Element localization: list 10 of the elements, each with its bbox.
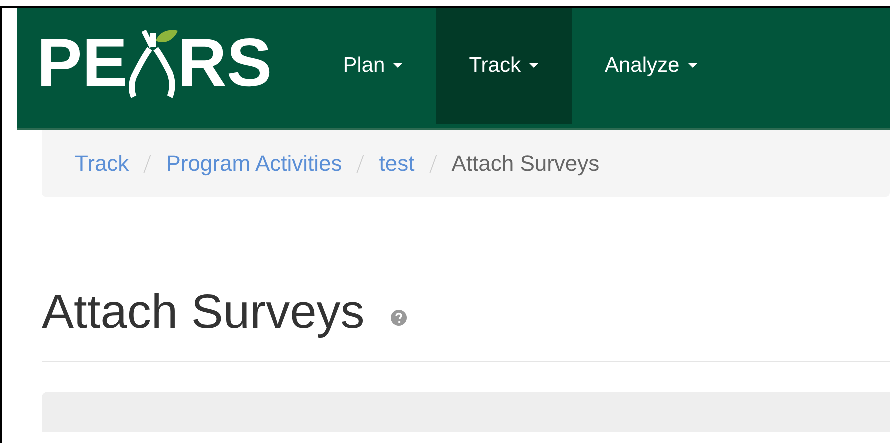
caret-icon	[393, 63, 404, 69]
nav-menu[interactable]: Track	[436, 8, 572, 124]
logo[interactable]: PE RS	[37, 8, 272, 118]
page-title: Attach Surveys	[42, 289, 365, 337]
caret-icon	[528, 63, 539, 69]
nav-menu[interactable]: Analyze	[572, 8, 731, 124]
caret-icon	[688, 63, 698, 69]
help-icon[interactable]	[390, 310, 407, 326]
nav-menu[interactable]: Plan	[310, 8, 436, 124]
breadcrumb-current: Attach Surveys	[452, 150, 600, 176]
